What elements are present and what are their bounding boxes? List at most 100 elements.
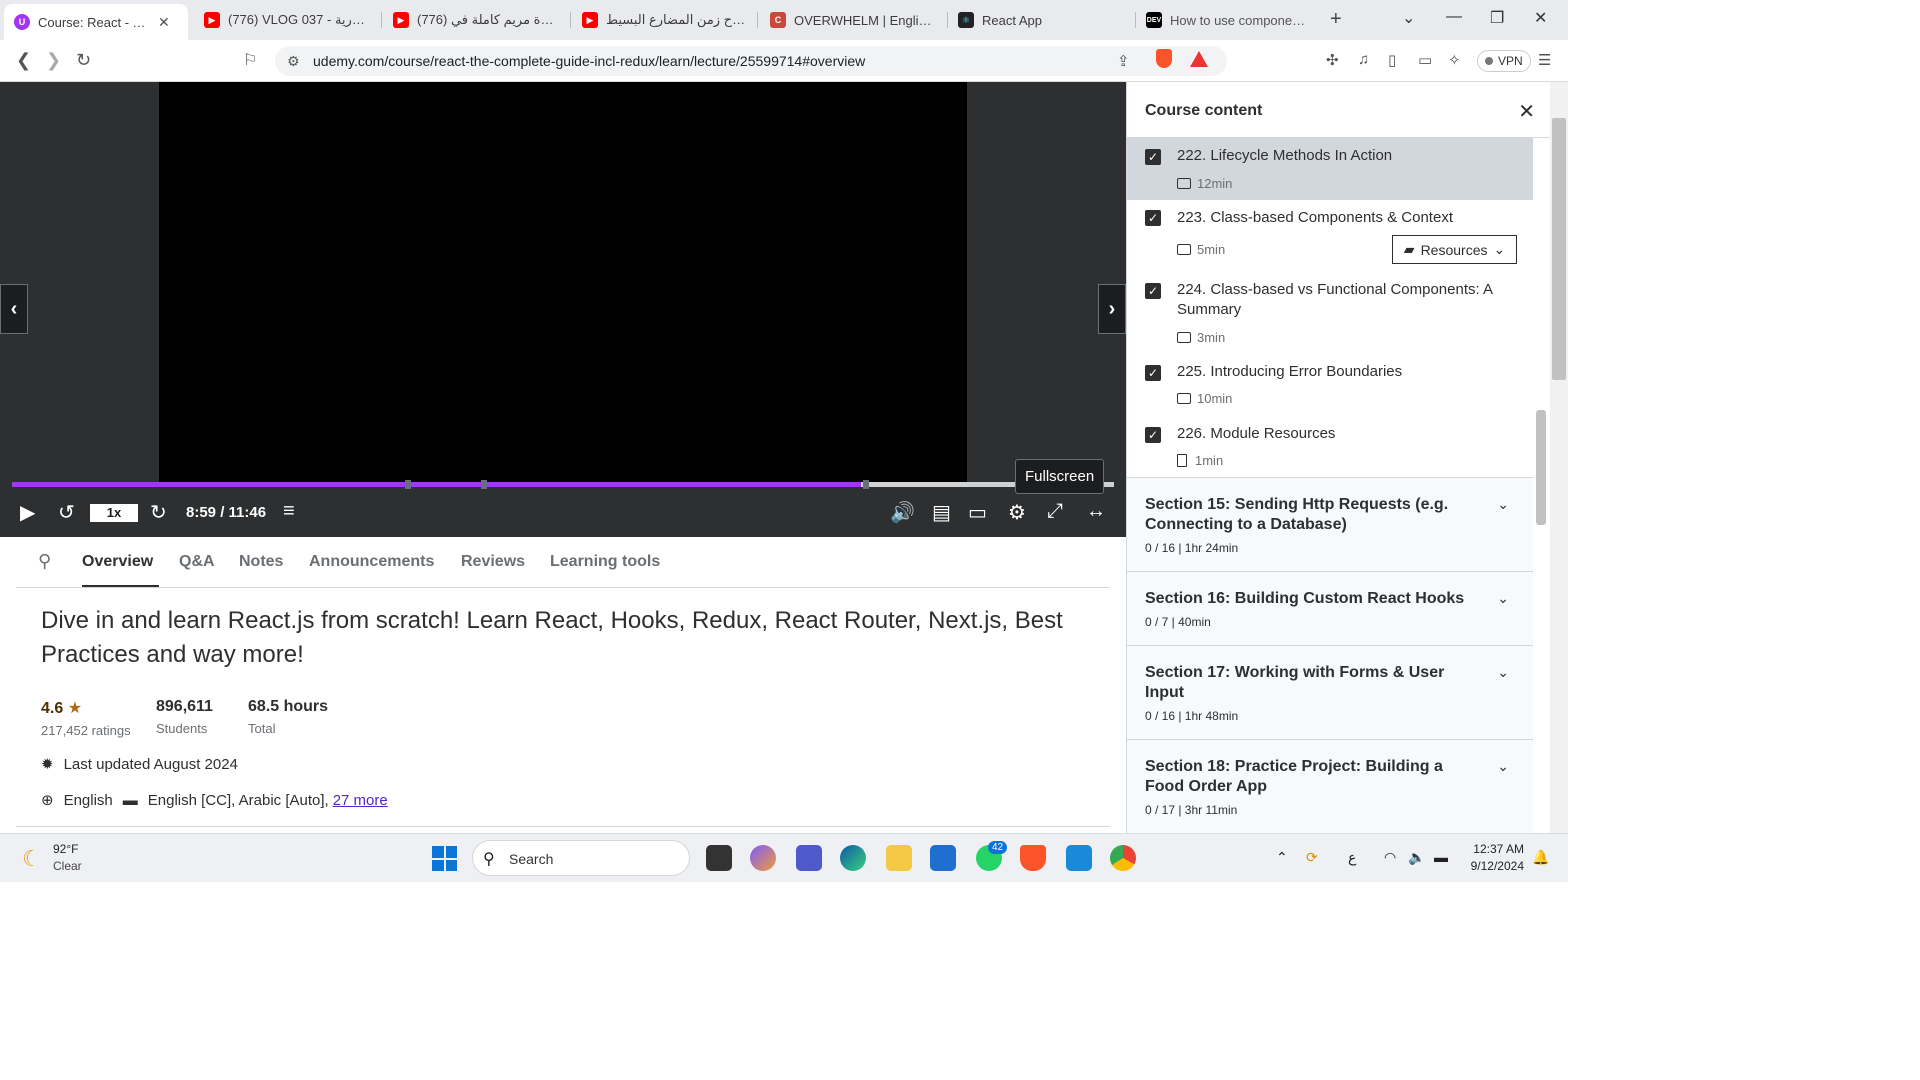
back-arrow-icon[interactable]: ❮ [16, 50, 31, 71]
section-item[interactable]: Section 18: Practice Project: Building a… [1127, 739, 1533, 833]
close-icon[interactable]: ✕ [1518, 99, 1535, 124]
restore-button[interactable]: ❐ [1490, 8, 1504, 28]
keyboard-layout-icon[interactable]: ع [1348, 849, 1356, 866]
reload-icon[interactable]: ↻ [76, 50, 91, 71]
copilot-icon[interactable] [750, 845, 776, 871]
section-item[interactable]: Section 15: Sending Http Requests (e.g. … [1127, 477, 1533, 571]
more-languages-link[interactable]: 27 more [333, 792, 388, 809]
bookmark-marker[interactable] [863, 480, 869, 489]
captions-icon[interactable]: ▭ [968, 500, 987, 525]
chevron-down-icon[interactable]: ⌄ [1497, 664, 1509, 681]
sidebar-toggle-icon[interactable]: ▯ [1388, 51, 1396, 69]
weather-condition[interactable]: Clear [53, 859, 82, 873]
video-progress-bar[interactable] [12, 480, 1114, 489]
section-item[interactable]: Section 17: Working with Forms & User In… [1127, 645, 1533, 739]
chrome-icon[interactable] [1110, 845, 1136, 871]
chevron-down-icon[interactable]: ⌄ [1497, 758, 1509, 775]
weather-temperature[interactable]: 92°F [53, 842, 78, 856]
start-button[interactable] [432, 846, 457, 871]
tab-reviews[interactable]: Reviews [461, 553, 525, 571]
wallet-icon[interactable]: ▭ [1418, 51, 1432, 69]
menu-icon[interactable]: ☰ [1538, 51, 1551, 69]
share-icon[interactable]: ⇪ [1117, 52, 1130, 70]
search-icon[interactable]: ⚲ [38, 551, 51, 572]
lecture-item[interactable]: ✓ 225. Introducing Error Boundaries 10mi… [1127, 356, 1533, 418]
next-lecture-button[interactable]: › [1098, 284, 1126, 334]
volume-icon[interactable]: 🔈 [1408, 849, 1425, 866]
edge-icon[interactable] [840, 845, 866, 871]
add-note-icon[interactable]: ≡ [283, 500, 295, 523]
address-bar[interactable]: ⚙ udemy.com/course/react-the-complete-gu… [275, 46, 1227, 76]
checkbox-checked[interactable]: ✓ [1145, 365, 1161, 381]
checkbox-checked[interactable]: ✓ [1145, 283, 1161, 299]
forward-arrow-icon[interactable]: ❯ [46, 50, 61, 71]
sync-icon[interactable]: ⟳ [1306, 849, 1318, 866]
volume-icon[interactable]: 🔊 [890, 500, 915, 525]
browser-tab-youtube-grammar[interactable]: ▶ شرح زمن المضارع البسيط [572, 5, 756, 35]
chevron-down-icon[interactable]: ⌄ [1497, 590, 1509, 607]
page-scrollbar-thumb[interactable] [1552, 118, 1566, 380]
browser-tab-udemy[interactable]: U Course: React - The Complete Guide ✕ [4, 4, 188, 40]
bookmark-marker[interactable] [405, 480, 411, 489]
tab-announcements[interactable]: Announcements [309, 553, 434, 571]
taskbar-search[interactable]: ⚲ Search [472, 840, 690, 876]
lecture-item[interactable]: ✓ 226. Module Resources 1min [1127, 418, 1533, 478]
previous-lecture-button[interactable]: ‹ [0, 284, 28, 334]
tab-notes[interactable]: Notes [239, 553, 283, 571]
chevron-up-icon[interactable]: ⌃ [1276, 849, 1288, 866]
browser-tab-react-app[interactable]: ⚛ React App [948, 5, 1134, 35]
tab-overview[interactable]: Overview [82, 553, 153, 571]
checkbox-checked[interactable]: ✓ [1145, 210, 1161, 226]
settings-gear-icon[interactable]: ⚙ [1008, 500, 1026, 525]
tab-learning-tools[interactable]: Learning tools [550, 553, 660, 571]
wifi-icon[interactable]: ◠ [1384, 849, 1396, 866]
checkbox-checked[interactable]: ✓ [1145, 149, 1161, 165]
close-window-button[interactable]: ✕ [1534, 8, 1547, 28]
tab-qa[interactable]: Q&A [179, 553, 215, 571]
sidebar-scrollbar-thumb[interactable] [1536, 410, 1546, 525]
leo-ai-icon[interactable]: ✧ [1448, 51, 1461, 69]
expand-icon[interactable]: ↔ [1086, 500, 1106, 523]
new-tab-button[interactable]: + [1330, 8, 1342, 31]
forward-icon[interactable]: ↻ [150, 500, 167, 525]
video-player[interactable]: ‹ › Fullscreen ▶ ↺ 1x ↻ 8:59 / 11:46 ≡ 🔊… [0, 82, 1126, 537]
fullscreen-icon[interactable]: ⤢ [1047, 500, 1063, 523]
section-item[interactable]: Section 16: Building Custom React Hooks … [1127, 571, 1533, 645]
lecture-item[interactable]: ✓ 224. Class-based vs Functional Compone… [1127, 272, 1533, 356]
teams-icon[interactable] [796, 845, 822, 871]
transcript-icon[interactable]: ▤ [932, 500, 951, 525]
moon-icon[interactable]: ☾ [22, 846, 42, 872]
playback-speed-button[interactable]: 1x [90, 504, 138, 522]
brave-rewards-icon[interactable] [1190, 51, 1208, 67]
page-scrollbar[interactable] [1550, 82, 1568, 833]
task-view-icon[interactable] [706, 845, 732, 871]
browser-tab-cambridge[interactable]: C OVERWHELM | English meaning [760, 5, 946, 35]
rewind-icon[interactable]: ↺ [58, 500, 75, 525]
brave-shields-icon[interactable] [1156, 49, 1172, 68]
brave-icon[interactable] [1020, 845, 1046, 871]
browser-tab-youtube-vlog[interactable]: ▶ (776) VLOG 037 - اسكندرية [194, 5, 380, 35]
bookmark-marker[interactable] [481, 480, 487, 489]
microsoft-store-icon[interactable] [930, 845, 956, 871]
resources-button[interactable]: ▰ Resources ⌄ [1392, 235, 1517, 264]
play-icon[interactable]: ▶ [20, 500, 35, 525]
minimize-button[interactable]: — [1446, 8, 1462, 26]
checkbox-checked[interactable]: ✓ [1145, 427, 1161, 443]
clock-date[interactable]: 9/12/2024 [1466, 859, 1524, 873]
browser-tab-youtube-surah[interactable]: ▶ (776) سورة مريم كاملة في [383, 5, 569, 35]
file-explorer-icon[interactable] [886, 845, 912, 871]
notification-bell-icon[interactable]: 🔔 [1532, 849, 1549, 866]
lecture-item[interactable]: ✓ 222. Lifecycle Methods In Action 12min [1127, 138, 1533, 200]
bookmark-icon[interactable]: ⚐ [243, 50, 257, 70]
tab-search-chevron-icon[interactable]: ⌄ [1402, 8, 1415, 28]
chevron-down-icon[interactable]: ⌄ [1497, 496, 1509, 513]
media-icon[interactable]: ♫ [1358, 51, 1369, 68]
browser-tab-devto[interactable]: DEV How to use componentDidMount [1136, 5, 1322, 35]
vscode-icon[interactable] [1066, 845, 1092, 871]
extensions-icon[interactable]: ✣ [1326, 51, 1339, 69]
site-settings-icon[interactable]: ⚙ [287, 53, 300, 70]
battery-icon[interactable]: ▬ [1434, 849, 1448, 865]
close-tab-icon[interactable]: ✕ [158, 14, 170, 31]
vpn-button[interactable]: VPN [1477, 50, 1531, 72]
address-url[interactable]: udemy.com/course/react-the-complete-guid… [313, 53, 865, 69]
